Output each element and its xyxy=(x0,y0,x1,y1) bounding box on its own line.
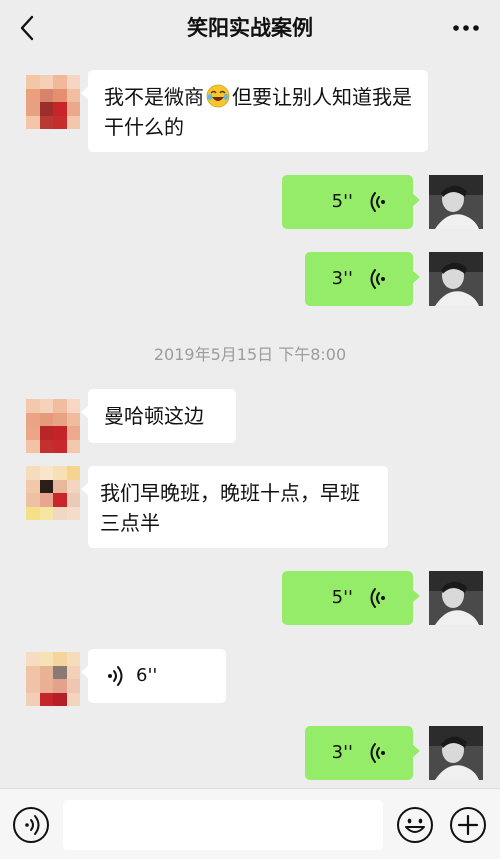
input-bar xyxy=(0,788,500,859)
voice-duration: 6'' xyxy=(136,665,158,686)
message-text: 我不是微商 xyxy=(104,85,204,109)
voice-toggle-icon xyxy=(13,807,49,843)
plus-icon xyxy=(450,807,486,843)
voice-message-out[interactable]: 5'' xyxy=(282,571,420,625)
message-text: 曼哈顿这边 xyxy=(104,404,204,428)
contact-avatar[interactable] xyxy=(26,652,80,706)
my-avatar[interactable] xyxy=(429,175,483,229)
message-bubble-in[interactable]: 我们早晚班，晚班十点，早班三点半 xyxy=(81,466,388,548)
plus-button[interactable] xyxy=(449,806,487,844)
voice-message-out[interactable]: 3'' xyxy=(305,252,420,306)
my-avatar[interactable] xyxy=(429,726,483,780)
my-avatar[interactable] xyxy=(429,252,483,306)
laughing-crying-emoji xyxy=(206,84,230,108)
chat-timestamp: 2019年5月15日 下午8:00 xyxy=(153,345,347,364)
voice-duration: 3'' xyxy=(331,268,353,289)
voice-duration: 3'' xyxy=(331,742,353,763)
chat-title: 笑阳实战案例 xyxy=(187,16,313,40)
my-avatar[interactable] xyxy=(429,571,483,625)
voice-duration: 5'' xyxy=(331,191,353,212)
emoji-button[interactable] xyxy=(396,806,434,844)
voice-toggle-button[interactable] xyxy=(12,806,50,844)
more-button[interactable] xyxy=(448,12,484,44)
voice-wave-icon xyxy=(370,743,385,763)
contact-avatar[interactable] xyxy=(26,466,80,520)
emoji-icon xyxy=(397,807,433,843)
message-text: 我们早晚班，晚班十点，早班三点半 xyxy=(100,481,360,535)
voice-wave-icon xyxy=(108,666,123,686)
voice-duration: 5'' xyxy=(331,587,353,608)
message-input[interactable] xyxy=(63,800,383,850)
chat-header: 笑阳实战案例 xyxy=(0,0,500,56)
voice-message-out[interactable]: 3'' xyxy=(305,726,420,780)
message-bubble-in[interactable]: 我不是微商 但要让别人知道我是干什么的 xyxy=(81,70,428,152)
contact-avatar[interactable] xyxy=(26,75,80,129)
contact-avatar[interactable] xyxy=(26,399,80,453)
voice-message-out[interactable]: 5'' xyxy=(282,175,420,229)
message-bubble-in[interactable]: 曼哈顿这边 xyxy=(81,389,236,443)
voice-wave-icon xyxy=(370,269,385,289)
more-dots-icon xyxy=(453,25,479,31)
voice-wave-icon xyxy=(370,588,385,608)
voice-message-in[interactable]: 6'' xyxy=(81,649,226,703)
voice-wave-icon xyxy=(370,192,385,212)
